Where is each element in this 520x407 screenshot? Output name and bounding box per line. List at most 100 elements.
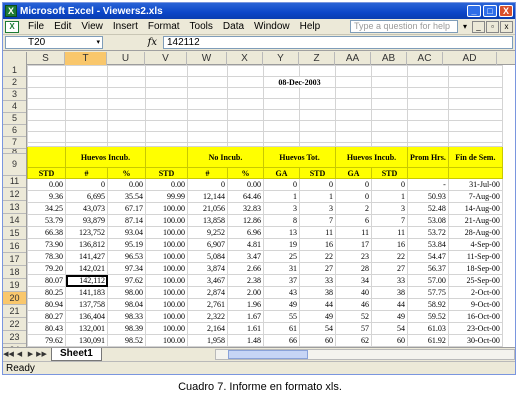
name-box[interactable]: T20 ▾ bbox=[5, 36, 103, 49]
cell[interactable] bbox=[227, 98, 264, 110]
cell[interactable]: 57.00 bbox=[407, 274, 449, 287]
cell[interactable]: 6,907 bbox=[187, 238, 228, 251]
cell[interactable]: 17 bbox=[335, 238, 372, 251]
column-subheader[interactable]: STD bbox=[145, 167, 188, 179]
cell[interactable]: 141,427 bbox=[65, 250, 108, 263]
cell[interactable]: 97.62 bbox=[107, 274, 146, 287]
cell[interactable]: 78.30 bbox=[27, 250, 66, 263]
cell[interactable]: 50.93 bbox=[407, 190, 449, 203]
cell[interactable]: 44 bbox=[299, 298, 336, 311]
cell[interactable] bbox=[263, 131, 300, 143]
cell[interactable] bbox=[27, 98, 66, 110]
cell[interactable]: 11-Sep-00 bbox=[447, 250, 503, 263]
cell[interactable]: 12,144 bbox=[187, 190, 228, 203]
row-header-23[interactable]: 23 bbox=[3, 331, 26, 344]
cell-area[interactable]: 08-Dec-2003 Huevos Incub. No Incub. Huevos … bbox=[27, 65, 515, 347]
cell[interactable]: 0 bbox=[371, 178, 408, 191]
cell[interactable]: 80.43 bbox=[27, 322, 66, 335]
cell[interactable]: 66.38 bbox=[27, 226, 66, 239]
cell[interactable] bbox=[65, 109, 108, 121]
column-header-s[interactable]: S bbox=[27, 52, 65, 65]
row-header-6[interactable]: 6 bbox=[3, 125, 26, 137]
column-header-x[interactable]: X bbox=[227, 52, 263, 65]
cell[interactable] bbox=[145, 65, 188, 77]
menu-insert[interactable]: Insert bbox=[108, 19, 143, 35]
cell[interactable] bbox=[145, 109, 188, 121]
cell[interactable] bbox=[107, 109, 146, 121]
cell[interactable] bbox=[107, 65, 146, 77]
cell[interactable] bbox=[227, 120, 264, 132]
cell[interactable]: 136,404 bbox=[65, 310, 108, 323]
cell[interactable]: 28-Aug-00 bbox=[447, 226, 503, 239]
cell[interactable]: 141,183 bbox=[65, 286, 108, 299]
column-subheader[interactable]: STD bbox=[299, 167, 336, 179]
cell[interactable] bbox=[145, 76, 188, 88]
cell[interactable] bbox=[65, 98, 108, 110]
column-subheader[interactable]: GA bbox=[263, 167, 300, 179]
cell[interactable]: 98.39 bbox=[107, 322, 146, 335]
cell[interactable]: 19 bbox=[263, 238, 300, 251]
workbook-icon[interactable]: X bbox=[5, 20, 19, 33]
name-box-dropdown-icon[interactable]: ▾ bbox=[96, 37, 100, 48]
cell[interactable] bbox=[65, 120, 108, 132]
cell[interactable]: 16 bbox=[371, 238, 408, 251]
cell[interactable]: 100.00 bbox=[145, 262, 188, 275]
cell[interactable]: 53.08 bbox=[407, 214, 449, 227]
cell[interactable] bbox=[447, 87, 503, 99]
cell[interactable]: 100.00 bbox=[145, 298, 188, 311]
cell[interactable]: 1 bbox=[263, 190, 300, 203]
cell[interactable]: 18-Sep-00 bbox=[447, 262, 503, 275]
cell[interactable]: 100.00 bbox=[145, 274, 188, 287]
cell[interactable]: 100.00 bbox=[145, 202, 188, 215]
cell[interactable]: 0 bbox=[335, 190, 372, 203]
cell[interactable]: 79.20 bbox=[27, 262, 66, 275]
cell[interactable]: 2 bbox=[335, 202, 372, 215]
column-subheader[interactable]: GA bbox=[335, 167, 372, 179]
cell[interactable]: 2.66 bbox=[227, 262, 264, 275]
report-date-cell[interactable]: 08-Dec-2003 bbox=[263, 76, 336, 88]
cell[interactable]: 53.72 bbox=[407, 226, 449, 239]
cell[interactable] bbox=[407, 98, 449, 110]
cell[interactable] bbox=[407, 109, 449, 121]
cell[interactable]: 38 bbox=[371, 286, 408, 299]
cell[interactable]: 21-Aug-00 bbox=[447, 214, 503, 227]
cell[interactable] bbox=[65, 65, 108, 77]
cell[interactable]: 98.04 bbox=[107, 298, 146, 311]
cell[interactable]: 60 bbox=[371, 334, 408, 347]
cell[interactable] bbox=[187, 120, 228, 132]
cell[interactable] bbox=[335, 65, 372, 77]
cell[interactable] bbox=[371, 109, 408, 121]
cell[interactable]: 25 bbox=[263, 250, 300, 263]
cell[interactable]: 54.47 bbox=[407, 250, 449, 263]
cell[interactable]: 3 bbox=[263, 202, 300, 215]
cell[interactable]: 11 bbox=[335, 226, 372, 239]
cell[interactable]: 100.00 bbox=[145, 226, 188, 239]
cell[interactable] bbox=[447, 65, 503, 77]
row-header-17[interactable]: 17 bbox=[3, 253, 26, 266]
next-sheet-button[interactable]: ▶ bbox=[25, 349, 36, 360]
cell[interactable]: 27 bbox=[299, 262, 336, 275]
cell[interactable]: 25-Sep-00 bbox=[447, 274, 503, 287]
cell[interactable] bbox=[107, 120, 146, 132]
cell[interactable]: 3,874 bbox=[187, 262, 228, 275]
cell[interactable]: 33 bbox=[299, 274, 336, 287]
column-group-header[interactable] bbox=[27, 146, 66, 168]
cell[interactable] bbox=[107, 87, 146, 99]
cell[interactable] bbox=[371, 65, 408, 77]
cell[interactable]: 97.34 bbox=[107, 262, 146, 275]
cell[interactable] bbox=[407, 76, 449, 88]
cell[interactable]: 8 bbox=[263, 214, 300, 227]
cell[interactable] bbox=[107, 98, 146, 110]
cell[interactable]: 9,252 bbox=[187, 226, 228, 239]
row-header-19[interactable]: 19 bbox=[3, 279, 26, 292]
cell[interactable]: 132,001 bbox=[65, 322, 108, 335]
cell[interactable] bbox=[407, 87, 449, 99]
cell[interactable]: 99.99 bbox=[145, 190, 188, 203]
menu-help[interactable]: Help bbox=[295, 19, 326, 35]
row-header-12[interactable]: 12 bbox=[3, 188, 26, 201]
cell[interactable]: 2-Oct-00 bbox=[447, 286, 503, 299]
cell[interactable]: 43 bbox=[263, 286, 300, 299]
cell[interactable] bbox=[27, 65, 66, 77]
cell[interactable] bbox=[187, 65, 228, 77]
cell[interactable]: 16-Oct-00 bbox=[447, 310, 503, 323]
